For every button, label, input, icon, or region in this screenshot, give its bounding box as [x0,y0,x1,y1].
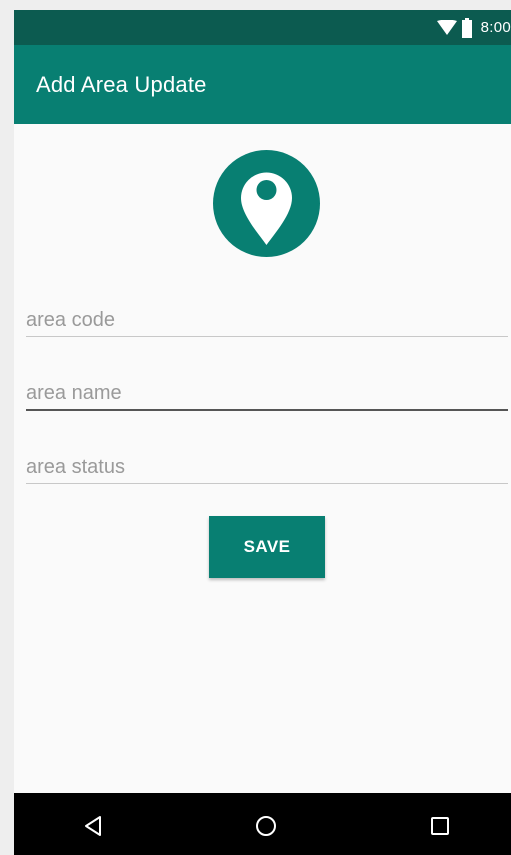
status-bar: 8:00 [14,10,511,45]
area-code-input[interactable] [26,306,508,334]
save-button[interactable]: SAVE [209,516,325,578]
phone-screen: 8:00 Add Area Update SAVE [14,10,511,855]
location-pin-icon [213,150,320,257]
status-time: 8:00 [480,19,511,36]
area-status-input[interactable] [26,453,508,481]
navigation-bar [14,793,511,855]
area-name-input[interactable] [26,379,508,407]
home-icon[interactable] [254,814,278,838]
page-title: Add Area Update [36,72,207,97]
battery-icon [461,17,472,38]
area-code-field [26,306,508,337]
recents-icon[interactable] [428,814,452,838]
back-icon[interactable] [81,814,105,838]
area-name-field [26,379,508,411]
area-status-field [26,453,508,484]
app-bar: Add Area Update [14,45,511,124]
status-icons: 8:00 [436,10,511,45]
wifi-icon [436,19,457,35]
